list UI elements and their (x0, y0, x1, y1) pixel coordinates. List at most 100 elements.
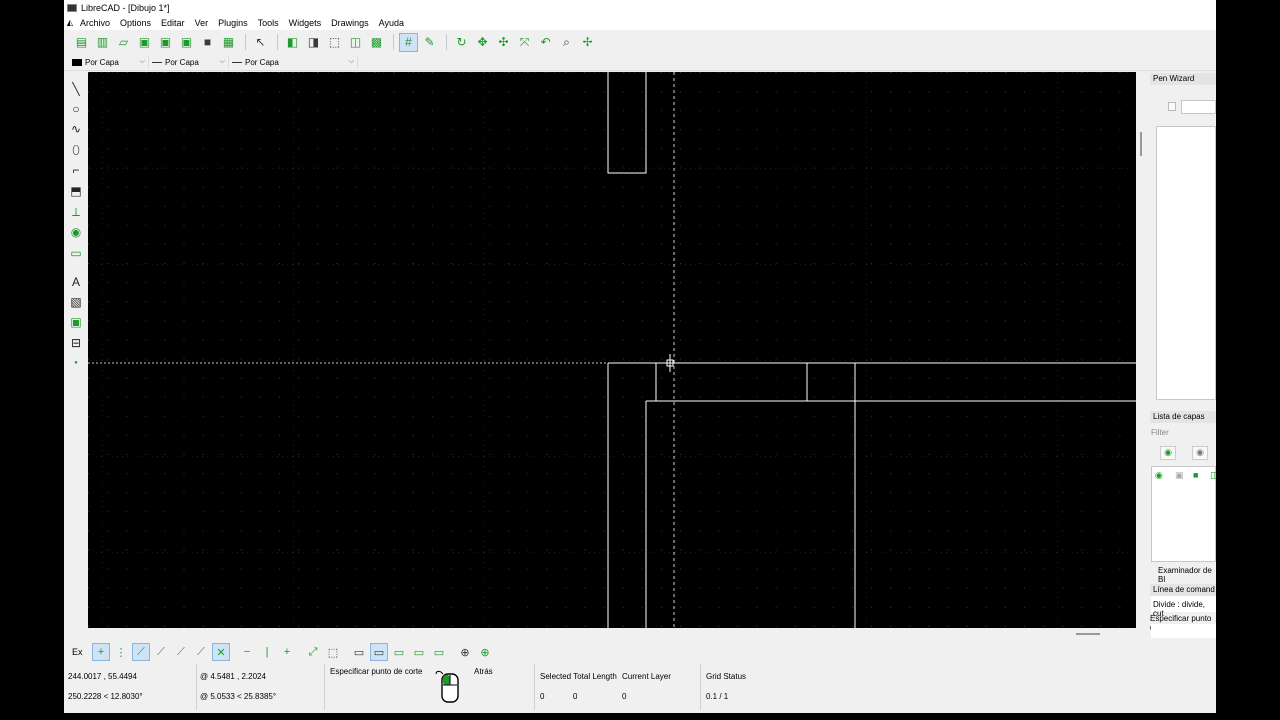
polyline-tool-icon[interactable]: ⌐ (67, 161, 85, 179)
point-tool-icon[interactable]: ● (67, 354, 85, 372)
grid-toggle-icon[interactable]: # (399, 32, 418, 52)
circle-tool-icon[interactable]: ○ (67, 100, 85, 118)
cut-icon[interactable]: ⬚ (325, 33, 344, 52)
zoom-in-icon[interactable]: ✥ (473, 33, 492, 52)
block-tool-icon[interactable]: ⊟ (67, 334, 85, 352)
linetype-selector[interactable]: Por Capa ⌵ (232, 55, 358, 69)
command-input[interactable] (1151, 624, 1216, 638)
layer-lock-icon[interactable]: ▣ (1175, 470, 1184, 481)
menu-drawings[interactable]: Drawings (326, 18, 374, 28)
paste-icon[interactable]: ▩ (367, 33, 386, 52)
layer-filter-input[interactable]: Filter (1151, 428, 1216, 440)
snap-intersection-icon[interactable]: ✕ (212, 643, 230, 661)
zoom-out-icon[interactable]: ✣ (494, 33, 513, 52)
draft-mode-icon[interactable]: ✎ (420, 33, 439, 52)
curve-tool-icon[interactable]: ∿ (67, 120, 85, 138)
dimension-tool-icon[interactable]: ⟂ (67, 203, 85, 221)
toolbar-separator (393, 34, 394, 50)
pen-wizard-list[interactable] (1156, 126, 1216, 400)
snap-center-icon[interactable]: ⟋ (172, 643, 190, 661)
hide-all-layers-icon[interactable]: ◉ (1192, 446, 1208, 460)
measure-tool-icon[interactable]: ▭ (67, 244, 85, 262)
layer-list-header: Lista de capas (1150, 411, 1216, 423)
line-type-sample (232, 61, 242, 63)
current-layer-value: 0 (622, 692, 627, 701)
command-history: Divide : divide, cut (1151, 596, 1216, 618)
restrict-orthogonal-icon[interactable]: + (278, 643, 296, 661)
menu-archivo[interactable]: Archivo (75, 18, 115, 28)
color-selector[interactable]: Por Capa ⌵ (72, 55, 149, 69)
tool-categories-toolbar: ╲ ○ ∿ ⬯ ⌐ ⬒ ⟂ ◉ ▭ A ▧ ▣ ⊟ ● (64, 72, 88, 640)
view-2-icon[interactable]: ▭ (370, 643, 388, 661)
view-4-icon[interactable]: ▭ (410, 643, 428, 661)
snap-exclusive-label[interactable]: Ex (72, 647, 92, 657)
horizontal-scrollbar[interactable] (88, 628, 1136, 640)
redo-icon[interactable]: ◨ (304, 33, 323, 52)
new-file-icon[interactable]: ▤ (72, 33, 91, 52)
layer-print-icon[interactable]: ■ (1193, 470, 1198, 480)
menu-widgets[interactable]: Widgets (284, 18, 327, 28)
hatch-tool-icon[interactable]: ▧ (67, 293, 85, 311)
pen-toolbar: Por Capa ⌵ Por Capa ⌵ Por Capa ⌵ (64, 54, 1216, 71)
new-from-template-icon[interactable]: ▥ (93, 33, 112, 52)
print-icon[interactable]: ■ (198, 33, 217, 52)
select-pointer-icon[interactable]: ↖ (251, 33, 270, 52)
pen-wizard-field[interactable] (1181, 100, 1216, 114)
vertical-scrollbar[interactable] (1136, 72, 1148, 628)
mouse-right-prompt: Atrás (474, 667, 493, 676)
menu-ayuda[interactable]: Ayuda (374, 18, 409, 28)
view-3-icon[interactable]: ▭ (390, 643, 408, 661)
redraw-icon[interactable]: ↻ (452, 33, 471, 52)
menu-editar[interactable]: Editar (156, 18, 190, 28)
main-toolbar: ▤ ▥ ▱ ▣ ▣ ▣ ■ ▦ ↖ ◧ ◨ ⬚ ◫ ▩ # ✎ ↻ ✥ ✣ ⤧ … (64, 31, 1216, 53)
pen-wizard-spin-icon[interactable] (1168, 102, 1176, 111)
open-file-icon[interactable]: ▱ (114, 33, 133, 52)
block-browser-tab[interactable]: Examinador de Bl (1158, 566, 1216, 584)
remove-view-icon[interactable]: ⊕ (476, 643, 494, 661)
print-preview-icon[interactable]: ▦ (219, 33, 238, 52)
current-layer-label: Current Layer (622, 672, 671, 681)
lock-relative-zero-icon[interactable]: ⬚ (324, 643, 342, 661)
snap-middle-icon[interactable]: ⟋ (192, 643, 210, 661)
zoom-window-icon[interactable]: ⌕ (557, 33, 576, 52)
menu-plugins[interactable]: Plugins (213, 18, 253, 28)
scrollbar-thumb[interactable] (1076, 633, 1100, 635)
zoom-previous-icon[interactable]: ↶ (536, 33, 555, 52)
save-icon[interactable]: ▣ (135, 33, 154, 52)
zoom-auto-icon[interactable]: ⤧ (515, 33, 534, 52)
command-line-header: Línea de comand (1150, 584, 1216, 596)
image-tool-icon[interactable]: ▣ (67, 313, 85, 331)
save-as-icon[interactable]: ▣ (156, 33, 175, 52)
ellipse-tool-icon[interactable]: ⬯ (67, 141, 85, 159)
zoom-pan-icon[interactable]: ✢ (578, 33, 597, 52)
menu-app-icon[interactable]: ◭ (65, 18, 75, 27)
layer-visible-icon[interactable]: ◉ (1155, 470, 1163, 481)
snap-free-icon[interactable]: + (92, 643, 110, 661)
status-divider (324, 664, 325, 710)
width-selector[interactable]: Por Capa ⌵ (152, 55, 229, 69)
view-5-icon[interactable]: ▭ (430, 643, 448, 661)
save-all-icon[interactable]: ▣ (177, 33, 196, 52)
drawing-canvas[interactable] (88, 72, 1136, 628)
menu-ver[interactable]: Ver (190, 18, 214, 28)
show-all-layers-icon[interactable]: ◉ (1160, 446, 1176, 460)
add-view-icon[interactable]: ⊕ (456, 643, 474, 661)
restrict-horizontal-icon[interactable]: − (238, 643, 256, 661)
snap-grid-icon[interactable]: ⋮ (112, 643, 130, 661)
layer-construction-icon[interactable]: ◫ (1210, 470, 1216, 481)
status-divider (700, 664, 701, 710)
snap-entity-icon[interactable]: ⟋ (152, 643, 170, 661)
menu-options[interactable]: Options (115, 18, 156, 28)
restrict-vertical-icon[interactable]: | (258, 643, 276, 661)
copy-icon[interactable]: ◫ (346, 33, 365, 52)
relative-zero-icon[interactable]: ⤢ (304, 643, 322, 661)
snap-endpoint-icon[interactable]: ⟋ (132, 643, 150, 661)
modify-tool-icon[interactable]: ◉ (67, 223, 85, 241)
scrollbar-thumb[interactable] (1140, 132, 1142, 156)
line-tool-icon[interactable]: ╲ (67, 80, 85, 98)
menu-tools[interactable]: Tools (253, 18, 284, 28)
text-tool-icon[interactable]: A (67, 273, 85, 291)
undo-icon[interactable]: ◧ (283, 33, 302, 52)
view-1-icon[interactable]: ▭ (350, 643, 368, 661)
select-tool-icon[interactable]: ⬒ (67, 182, 85, 200)
